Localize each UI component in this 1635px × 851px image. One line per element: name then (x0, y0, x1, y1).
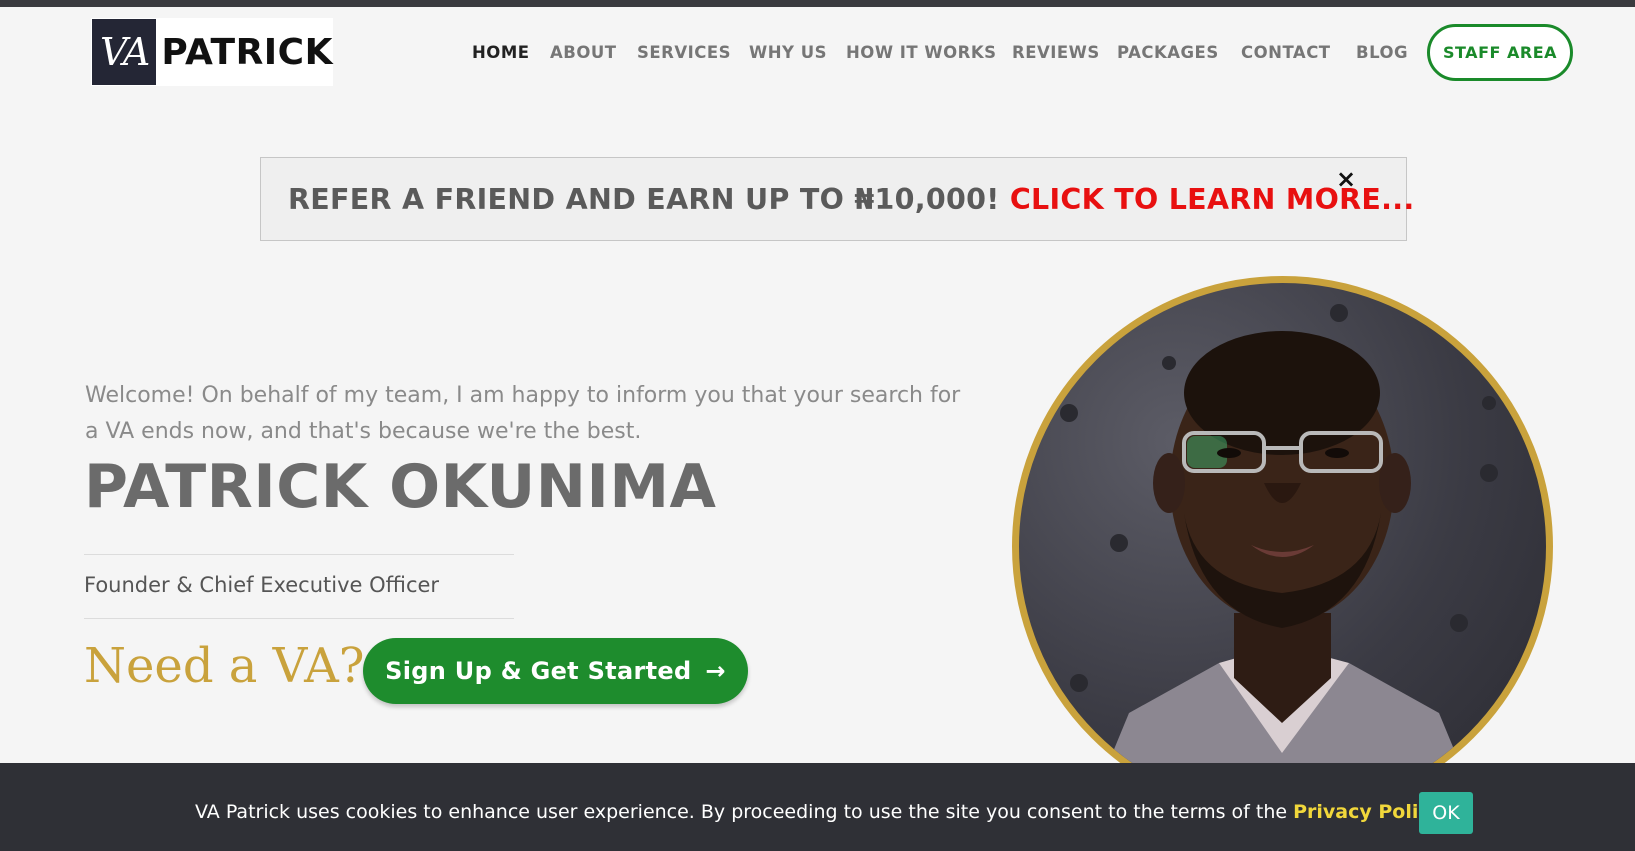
close-icon[interactable]: × (1336, 165, 1356, 193)
referral-text: REFER A FRIEND AND EARN UP TO ₦10,000! (288, 182, 1010, 216)
arrow-right-icon: → (705, 657, 726, 685)
welcome-text: Welcome! On behalf of my team, I am happ… (85, 383, 961, 444)
top-bar (0, 0, 1635, 7)
nav-contact[interactable]: CONTACT (1241, 43, 1331, 62)
sign-up-label: Sign Up & Get Started (385, 657, 692, 685)
nav-why-us[interactable]: WHY US (749, 43, 827, 62)
need-va-heading: Need a VA? (84, 638, 365, 694)
referral-banner-text: REFER A FRIEND AND EARN UP TO ₦10,000! C… (288, 183, 1415, 216)
main-nav: HOME ABOUT SERVICES WHY US HOW IT WORKS … (0, 43, 1635, 67)
sign-up-button[interactable]: Sign Up & Get Started → (363, 638, 748, 704)
founder-portrait (1012, 276, 1553, 817)
referral-banner: REFER A FRIEND AND EARN UP TO ₦10,000! C… (260, 157, 1414, 241)
nav-home[interactable]: HOME (472, 43, 530, 62)
nav-reviews[interactable]: REVIEWS (1012, 43, 1100, 62)
nav-services[interactable]: SERVICES (637, 43, 731, 62)
portrait-illustration (1060, 304, 1498, 810)
staff-area-button[interactable]: STAFF AREA (1427, 24, 1573, 81)
nav-how-it-works[interactable]: HOW IT WORKS (846, 43, 997, 62)
divider (84, 618, 514, 619)
founder-role: Founder & Chief Executive Officer (84, 573, 440, 597)
cookie-message: VA Patrick uses cookies to enhance user … (195, 801, 1294, 823)
nav-packages[interactable]: PACKAGES (1117, 43, 1219, 62)
cookie-text: VA Patrick uses cookies to enhance user … (195, 801, 1448, 823)
divider (84, 554, 514, 555)
nav-about[interactable]: ABOUT (550, 43, 617, 62)
cookie-ok-button[interactable]: OK (1419, 792, 1473, 834)
founder-name: PATRICK OKUNIMA (84, 452, 717, 522)
nav-blog[interactable]: BLOG (1356, 43, 1408, 62)
